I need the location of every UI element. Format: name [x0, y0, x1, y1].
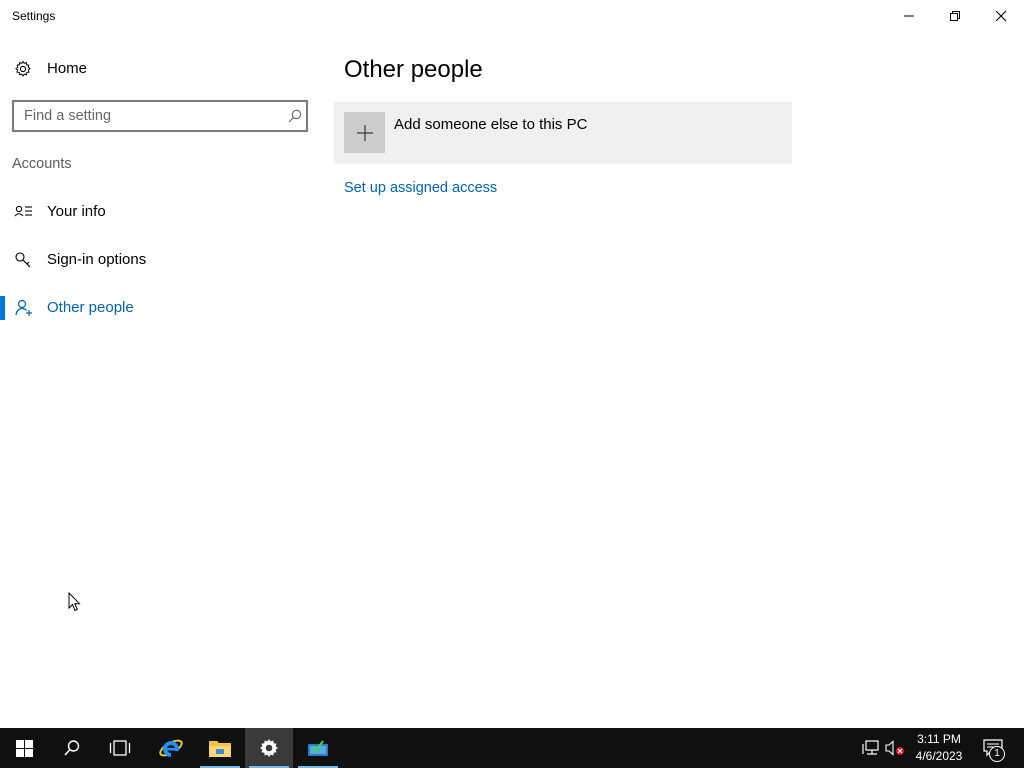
add-someone-label: Add someone else to this PC [394, 116, 588, 133]
clock-date: 4/6/2023 [915, 749, 963, 763]
volume-tray-button[interactable] [884, 728, 906, 768]
plus-icon-box [344, 112, 385, 153]
taskbar: 3:11 PM 4/6/2023 1 [0, 728, 1024, 768]
home-nav-item[interactable]: Home [0, 52, 320, 86]
internet-explorer-button[interactable] [147, 728, 195, 768]
search-icon[interactable] [287, 108, 303, 124]
page-title: Other people [344, 56, 483, 83]
sidebar-item-label: Your info [47, 203, 106, 220]
title-bar[interactable]: Settings [0, 0, 1024, 32]
active-indicator [0, 296, 5, 320]
notification-count-badge: 1 [989, 746, 1005, 762]
search-box[interactable] [12, 100, 308, 132]
folder-icon [209, 741, 231, 757]
task-view-button[interactable] [96, 728, 144, 768]
close-icon [995, 10, 1007, 22]
minimize-icon [904, 15, 914, 17]
sidebar-item-label: Other people [47, 299, 134, 316]
gear-icon [15, 60, 31, 77]
home-label: Home [47, 60, 88, 77]
search-input[interactable] [14, 102, 284, 130]
contact-card-icon [14, 205, 32, 217]
mouse-cursor-icon [68, 592, 81, 612]
taskbar-clock[interactable]: 3:11 PM 4/6/2023 [906, 731, 972, 765]
search-icon [64, 740, 80, 756]
sidebar-item-your-info[interactable]: Your info [0, 192, 320, 232]
server-manager-button[interactable] [294, 728, 342, 768]
assigned-access-link[interactable]: Set up assigned access [344, 180, 497, 196]
volume-muted-icon [885, 740, 904, 756]
sidebar-item-label: Sign-in options [47, 251, 147, 268]
restore-button[interactable] [932, 0, 978, 32]
key-icon [15, 252, 31, 268]
plus-icon [356, 124, 373, 141]
server-manager-icon [308, 740, 328, 756]
sidebar-item-sign-in-options[interactable]: Sign-in options [0, 240, 320, 280]
start-button[interactable] [0, 728, 48, 768]
settings-window: Settings Home Accounts [0, 0, 1024, 728]
file-explorer-button[interactable] [196, 728, 244, 768]
clock-time: 3:11 PM [917, 732, 961, 746]
minimize-button[interactable] [886, 0, 932, 32]
restore-icon [950, 11, 960, 21]
windows-logo-icon [15, 739, 33, 757]
person-add-icon [15, 299, 32, 316]
window-title: Settings [12, 9, 56, 23]
settings-taskbar-button[interactable] [245, 728, 293, 768]
task-view-icon [109, 740, 131, 756]
internet-explorer-icon [159, 739, 183, 757]
gear-icon [260, 739, 278, 757]
sidebar-item-other-people[interactable]: Other people [0, 288, 320, 328]
close-button[interactable] [978, 0, 1024, 32]
network-icon [862, 740, 879, 755]
taskbar-search-button[interactable] [48, 728, 96, 768]
network-tray-button[interactable] [860, 728, 882, 768]
section-label-accounts: Accounts [12, 156, 72, 172]
add-someone-button[interactable]: Add someone else to this PC [334, 102, 792, 164]
